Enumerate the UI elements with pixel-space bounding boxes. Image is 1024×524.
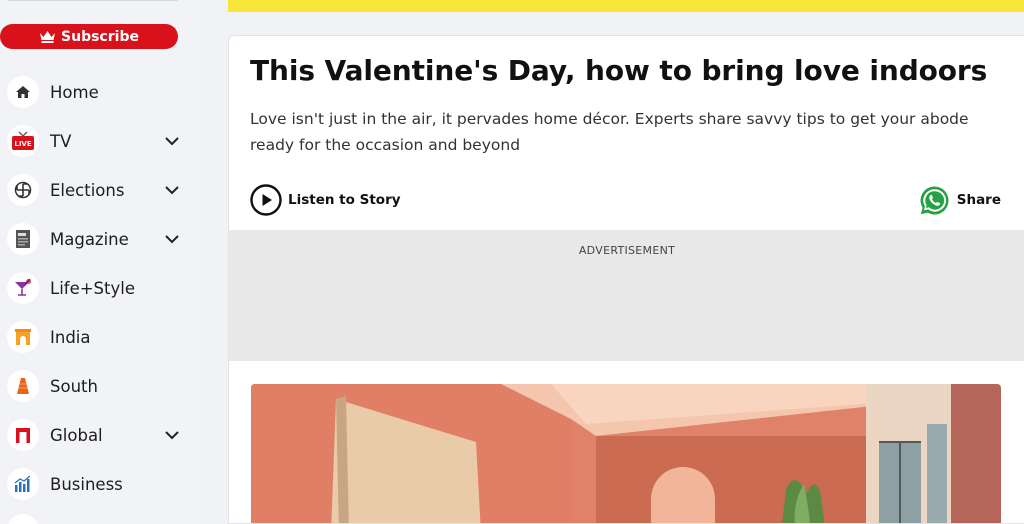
sidebar-item-tv[interactable]: LIVE TV — [0, 123, 200, 159]
share-label: Share — [956, 192, 1001, 208]
sidebar-item-label: Magazine — [50, 229, 129, 249]
sidebar-item-label: India — [50, 327, 91, 347]
chevron-down-icon[interactable] — [163, 230, 181, 248]
temple-icon — [7, 370, 39, 402]
advertisement-label: ADVERTISEMENT — [578, 244, 676, 257]
global-icon — [7, 419, 39, 451]
elections-icon — [7, 174, 39, 206]
home-icon — [7, 76, 39, 108]
sidebar-item-india[interactable]: India — [0, 319, 200, 355]
article-title: This Valentine's Day, how to bring love … — [250, 54, 988, 87]
sidebar-divider — [8, 0, 178, 1]
listen-label: Listen to Story — [288, 192, 401, 208]
sidebar-item-elections[interactable]: Elections — [0, 172, 200, 208]
article-hero-image — [251, 384, 1001, 523]
chevron-down-icon[interactable] — [163, 181, 181, 199]
sidebar-item-partial — [7, 514, 39, 524]
article-card: This Valentine's Day, how to bring love … — [228, 35, 1024, 524]
sidebar: Subscribe Home LIVE TV Elections Magazin… — [0, 0, 200, 524]
sidebar-item-home[interactable]: Home — [0, 74, 200, 110]
sidebar-item-label: South — [50, 376, 98, 396]
sidebar-item-business[interactable]: Business — [0, 466, 200, 502]
listen-to-story-button[interactable]: Listen to Story — [250, 184, 401, 216]
subscribe-button[interactable]: Subscribe — [0, 24, 178, 49]
chevron-down-icon[interactable] — [163, 426, 181, 444]
sidebar-item-label: Home — [50, 82, 99, 102]
magazine-icon — [7, 223, 39, 255]
business-chart-icon — [7, 468, 39, 500]
sidebar-item-south[interactable]: South — [0, 368, 200, 404]
top-banner — [228, 0, 1024, 12]
cocktail-icon — [7, 272, 39, 304]
svg-text:LIVE: LIVE — [14, 140, 31, 148]
chevron-down-icon[interactable] — [163, 132, 181, 150]
sidebar-item-label: Elections — [50, 180, 125, 200]
sidebar-item-label: TV — [50, 131, 72, 151]
share-button[interactable]: Share — [918, 183, 1001, 217]
sidebar-item-label: Life+Style — [50, 278, 136, 298]
sidebar-item-label: Business — [50, 474, 123, 494]
sidebar-item-global[interactable]: Global — [0, 417, 200, 453]
india-gate-icon — [7, 321, 39, 353]
subscribe-label: Subscribe — [61, 28, 139, 45]
sidebar-item-label: Global — [50, 425, 103, 445]
whatsapp-icon — [920, 185, 949, 214]
live-tv-icon: LIVE — [7, 125, 39, 157]
sidebar-item-magazine[interactable]: Magazine — [0, 221, 200, 257]
article-subtitle: Love isn't just in the air, it pervades … — [250, 110, 969, 154]
sidebar-item-life-style[interactable]: Life+Style — [0, 270, 200, 306]
play-icon — [250, 184, 282, 216]
crown-icon — [40, 31, 56, 43]
